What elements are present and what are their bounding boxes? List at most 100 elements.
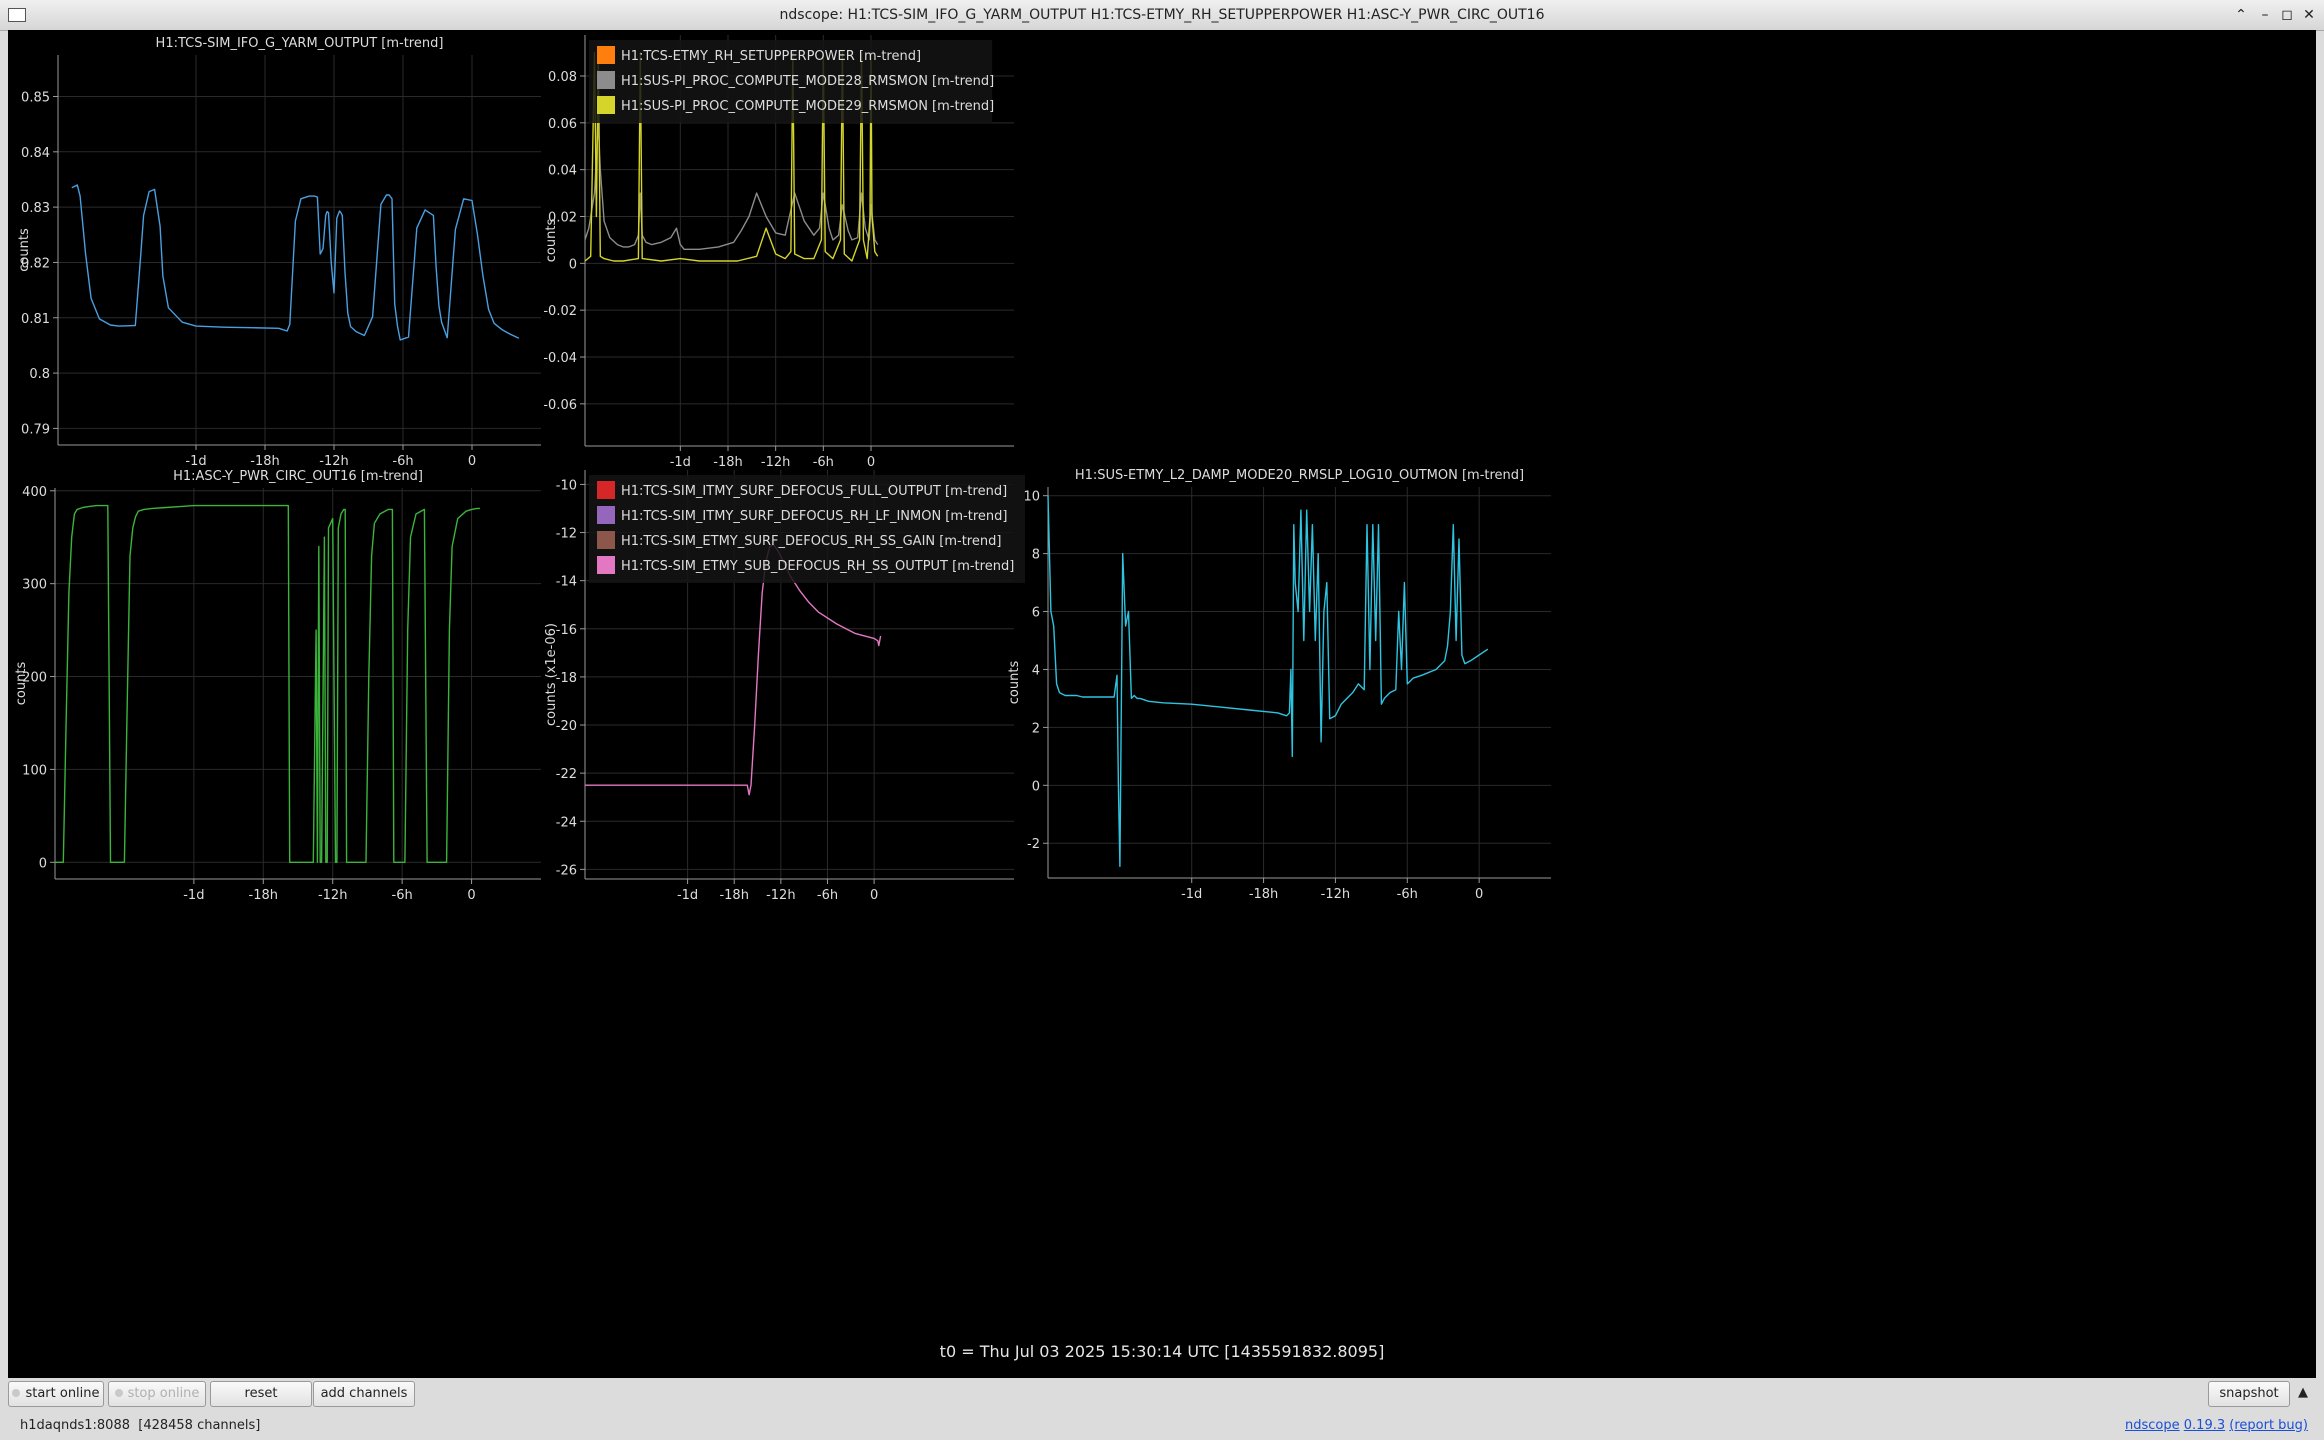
x-tick-label: 0 bbox=[467, 888, 475, 903]
series-line-1 bbox=[1047, 495, 1489, 868]
plot-title: H1:TCS-SIM_IFO_G_YARM_OUTPUT [m-trend] bbox=[156, 36, 444, 51]
x-tick-label: -12h bbox=[761, 455, 790, 470]
x-tick-label: 0 bbox=[867, 455, 875, 470]
legend-label: H1:TCS-SIM_ITMY_SURF_DEFOCUS_RH_LF_INMON… bbox=[621, 509, 1007, 524]
y-tick-label: 0.81 bbox=[21, 312, 50, 327]
series-line-1 bbox=[584, 122, 879, 250]
x-tick-label: -6h bbox=[817, 888, 838, 903]
add-channels-button[interactable]: add channels bbox=[313, 1381, 415, 1407]
plot-canvas[interactable]: -1d -18h -12h -6h 0 0.79 0.8 0.81 0.82 0.83 0.84 0.… bbox=[8, 30, 2316, 1378]
server-address: h1daqnds1:8088 bbox=[20, 1418, 130, 1433]
plot-title: H1:SUS-ETMY_L2_DAMP_MODE20_RMSLP_LOG10_O… bbox=[1075, 468, 1524, 483]
stop-online-button[interactable]: stop online bbox=[108, 1381, 206, 1407]
legend-label: H1:TCS-SIM_ETMY_SUB_DEFOCUS_RH_SS_OUTPUT… bbox=[621, 559, 1014, 574]
minimize-button[interactable]: – bbox=[2256, 6, 2274, 24]
y-tick-label: -24 bbox=[556, 815, 577, 830]
y-tick-label: 0.08 bbox=[548, 70, 577, 85]
legend-label: H1:TCS-ETMY_RH_SETUPPERPOWER [m-trend] bbox=[621, 49, 921, 64]
x-tick-label: 0 bbox=[870, 888, 878, 903]
title-bar: ndscope: H1:TCS-SIM_IFO_G_YARM_OUTPUT H1… bbox=[0, 0, 2324, 31]
version-link[interactable]: 0.19.3 bbox=[2184, 1418, 2225, 1433]
x-tick-label: -6h bbox=[1397, 887, 1418, 902]
plot-panel-3: -1d -18h -12h -6h 00100200300400countsH1:ASC… bbox=[14, 469, 541, 903]
y-tick-label: -2 bbox=[1027, 837, 1040, 852]
legend-label: H1:TCS-SIM_ETMY_SURF_DEFOCUS_RH_SS_GAIN … bbox=[621, 534, 1001, 549]
plot-panel-4: -1d -18h -12h -6h 0-26-24-22-20-18-16-14-12-… bbox=[544, 470, 1025, 903]
y-tick-label: -0.04 bbox=[543, 351, 577, 366]
y-tick-label: -14 bbox=[556, 575, 577, 590]
plot-grid[interactable]: -1d -18h -12h -6h 00.790.80.810.820.830.840.… bbox=[8, 30, 2316, 1378]
y-tick-label: -22 bbox=[556, 767, 577, 782]
y-tick-label: 0 bbox=[569, 257, 577, 272]
y-axis-label: counts bbox=[17, 228, 32, 272]
reset-button[interactable]: reset bbox=[210, 1381, 312, 1407]
y-tick-label: 4 bbox=[1032, 663, 1040, 678]
x-tick-label: -18h bbox=[249, 888, 278, 903]
y-tick-label: 0.84 bbox=[21, 146, 50, 161]
legend-swatch bbox=[597, 556, 615, 574]
chevron-up-icon[interactable]: ⌃ bbox=[2232, 6, 2250, 24]
x-tick-label: 0 bbox=[468, 454, 476, 469]
plot-panel-1: -1d -18h -12h -6h 00.790.80.810.820.830.840.… bbox=[17, 36, 541, 469]
x-tick-label: -6h bbox=[392, 454, 413, 469]
y-tick-label: -12 bbox=[556, 527, 577, 542]
y-tick-label: 400 bbox=[22, 485, 47, 500]
x-tick-label: 0 bbox=[1475, 887, 1483, 902]
triangle-up-icon[interactable]: ▲ bbox=[2294, 1384, 2312, 1402]
y-tick-label: -10 bbox=[556, 478, 577, 493]
x-tick-label: -6h bbox=[392, 888, 413, 903]
plot-title: H1:ASC-Y_PWR_CIRC_OUT16 [m-trend] bbox=[173, 469, 423, 484]
y-tick-label: 0.06 bbox=[548, 117, 577, 132]
y-tick-label: -0.02 bbox=[543, 304, 577, 319]
y-tick-label: 6 bbox=[1032, 606, 1040, 621]
server-info: h1daqnds1:8088 [428458 channels] bbox=[20, 1418, 260, 1433]
legend-label: H1:TCS-SIM_ITMY_SURF_DEFOCUS_FULL_OUTPUT… bbox=[621, 484, 1007, 499]
stop-online-label: stop online bbox=[127, 1386, 200, 1401]
status-dot-icon bbox=[12, 1389, 21, 1397]
y-tick-label: 0.8 bbox=[29, 367, 50, 382]
close-button[interactable]: ✕ bbox=[2300, 6, 2318, 24]
x-tick-label: -12h bbox=[318, 888, 347, 903]
series-line-1 bbox=[55, 504, 480, 863]
x-tick-label: -1d bbox=[670, 455, 691, 470]
y-tick-label: 0.83 bbox=[21, 201, 50, 216]
about-links: ndscope 0.19.3 (report bug) bbox=[2125, 1418, 2308, 1433]
snapshot-button[interactable]: snapshot bbox=[2208, 1381, 2290, 1407]
legend-swatch bbox=[597, 481, 615, 499]
toolbar: start online stop online reset add chann… bbox=[0, 1378, 2324, 1412]
plot-panel-5: -1d -18h -12h -6h 0 -2 0 2 4 6 8 10 counts H1:SUS-ETM… bbox=[1007, 468, 1551, 902]
x-tick-label: -12h bbox=[319, 454, 348, 469]
legend-swatch bbox=[597, 531, 615, 549]
y-axis-label: counts bbox=[544, 219, 559, 263]
start-online-button[interactable]: start online bbox=[8, 1381, 104, 1407]
x-tick-label: -6h bbox=[813, 455, 834, 470]
y-tick-label: 8 bbox=[1032, 548, 1040, 563]
t0-label: t0 = Thu Jul 03 2025 15:30:14 UTC [14355… bbox=[939, 1342, 1385, 1361]
y-axis-label: counts bbox=[14, 662, 29, 706]
x-tick-label: -1d bbox=[185, 454, 206, 469]
plot-panel-2: -1d -18h -12h -6h 0-0.06-0.04-0.0200.020.040… bbox=[543, 35, 1014, 470]
x-tick-label: -1d bbox=[677, 888, 698, 903]
x-tick-label: -1d bbox=[183, 888, 204, 903]
ndscope-link[interactable]: ndscope bbox=[2125, 1418, 2180, 1433]
legend-swatch bbox=[597, 71, 615, 89]
x-tick-label: -18h bbox=[1249, 887, 1278, 902]
y-tick-label: 300 bbox=[22, 578, 47, 593]
legend-swatch bbox=[597, 506, 615, 524]
status-bar: h1daqnds1:8088 [428458 channels] ndscope… bbox=[0, 1412, 2324, 1440]
window-title: ndscope: H1:TCS-SIM_IFO_G_YARM_OUTPUT H1… bbox=[779, 7, 1545, 23]
y-tick-label: 2 bbox=[1032, 721, 1040, 736]
x-tick-label: -12h bbox=[766, 888, 795, 903]
legend-label: H1:SUS-PI_PROC_COMPUTE_MODE28_RMSMON [m-… bbox=[621, 74, 994, 89]
report-bug-link[interactable]: (report bug) bbox=[2229, 1418, 2308, 1433]
start-online-label: start online bbox=[25, 1386, 100, 1401]
y-tick-label: 10 bbox=[1023, 490, 1040, 505]
y-tick-label: -26 bbox=[556, 863, 577, 878]
y-tick-label: 0.79 bbox=[21, 422, 50, 437]
legend-swatch bbox=[597, 46, 615, 64]
legend-swatch bbox=[597, 96, 615, 114]
maximize-button[interactable]: ◻ bbox=[2278, 6, 2296, 24]
x-tick-label: -1d bbox=[1181, 887, 1202, 902]
x-tick-label: -12h bbox=[1321, 887, 1350, 902]
y-tick-label: 0.85 bbox=[21, 90, 50, 105]
